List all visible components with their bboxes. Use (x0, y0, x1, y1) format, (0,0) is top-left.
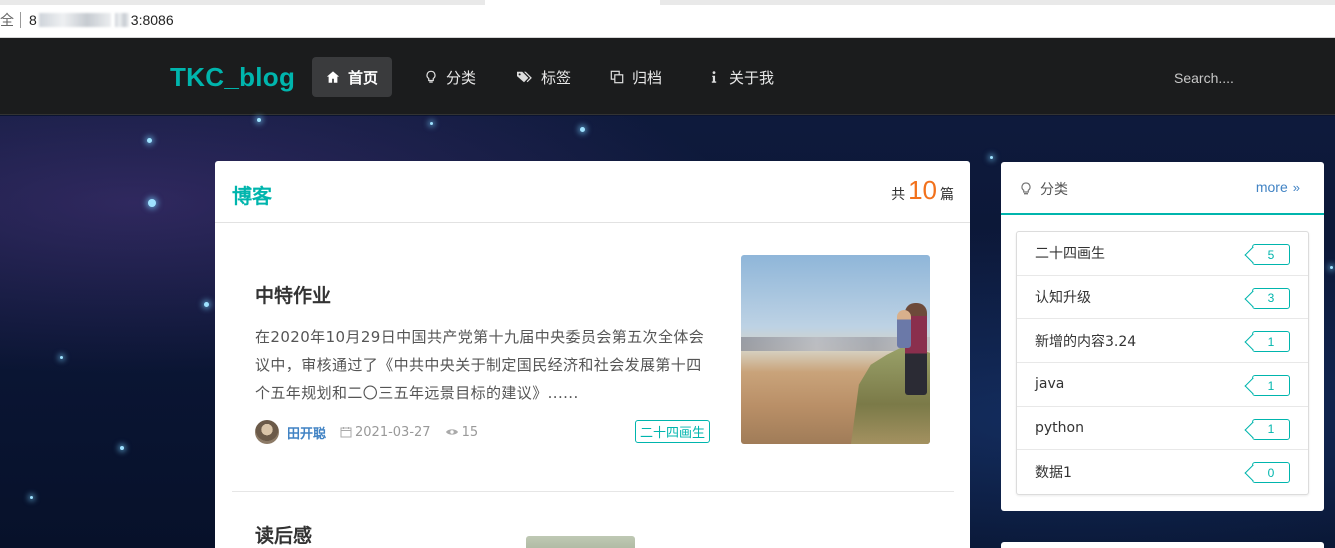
nav-about[interactable]: 关于我 (693, 57, 788, 97)
tags-icon (515, 70, 533, 84)
star-decoration (1330, 266, 1333, 269)
blog-heading: 博客 (232, 184, 272, 208)
double-chevron-right-icon: » (1292, 179, 1300, 195)
url-field[interactable]: 全 8 3:8086 (0, 9, 174, 31)
tab-strip (0, 0, 1335, 5)
post-excerpt: 在2020年10月29日中国共产党第十九届中央委员会第五次全体会议中，审核通过了… (255, 328, 705, 402)
url-prefix: 8 (29, 12, 37, 28)
category-count: 0 (1267, 465, 1275, 480)
nav-about-label: 关于我 (729, 68, 775, 87)
nav-home-label: 首页 (348, 68, 379, 87)
more-link[interactable]: more » (1256, 179, 1300, 195)
info-icon (707, 70, 721, 84)
category-name: 认知升级 (1035, 290, 1091, 307)
star-decoration (120, 446, 124, 450)
star-decoration (430, 122, 433, 125)
category-count-badge: 1 (1252, 418, 1290, 440)
more-label: more (1255, 179, 1288, 195)
category-name: python (1035, 420, 1084, 437)
count-suffix: 篇 (940, 187, 954, 203)
nav-tags-label: 标签 (541, 68, 572, 87)
category-title: 分类 (1020, 179, 1068, 199)
post-thumbnail-2[interactable] (526, 536, 635, 548)
browser-address-bar: 全 8 3:8086 (0, 0, 1335, 38)
category-count: 1 (1267, 422, 1275, 437)
nav-tags[interactable]: 标签 (501, 57, 585, 97)
redacted-ip-2 (114, 13, 129, 27)
site-brand[interactable]: TKC_blog (170, 62, 295, 93)
category-count-badge: 0 (1252, 462, 1290, 484)
category-count: 3 (1267, 291, 1275, 306)
nav-category[interactable]: 分类 (410, 57, 490, 97)
post-divider (232, 491, 954, 492)
site-navbar: TKC_blog 首页 分类 标签 归档 关于我 (0, 38, 1335, 115)
category-item[interactable]: 新增的内容3.24 1 (1017, 319, 1308, 364)
star-decoration (147, 138, 152, 143)
category-title-label: 分类 (1040, 182, 1068, 198)
category-item[interactable]: python 1 (1017, 407, 1308, 451)
category-name: 新增的内容3.24 (1035, 333, 1137, 350)
category-item[interactable]: 二十四画生 5 (1017, 232, 1308, 276)
post-views: 15 (461, 424, 479, 440)
blog-count: 共 10 篇 (891, 175, 954, 206)
category-count-badge: 1 (1252, 375, 1290, 397)
eye-icon (445, 426, 459, 438)
count-prefix: 共 (891, 187, 906, 203)
search-input[interactable] (1174, 68, 1304, 88)
star-decoration (257, 118, 261, 122)
star-decoration (148, 199, 156, 207)
url-separator (20, 12, 21, 28)
category-name: 数据1 (1035, 465, 1072, 482)
category-header: 分类 more » (1001, 162, 1324, 215)
category-count-badge: 1 (1252, 331, 1290, 353)
nav-home[interactable]: 首页 (312, 57, 393, 97)
calendar-icon (340, 426, 352, 438)
active-tab[interactable] (485, 0, 660, 5)
blog-list-card: 博客 共 10 篇 中特作业 在2020年10月29日中国共产党第十九届中央委员… (215, 161, 970, 548)
thumb-child (897, 310, 911, 348)
next-panel-top (1001, 542, 1324, 548)
lightbulb-icon (424, 70, 438, 84)
category-count: 1 (1267, 334, 1275, 349)
home-icon (326, 70, 340, 84)
blog-header: 博客 共 10 篇 (215, 161, 970, 223)
clone-icon (610, 70, 624, 84)
nav-archive[interactable]: 归档 (596, 57, 676, 97)
category-list: 二十四画生 5 认知升级 3 新增的内容3.24 1 java 1 python… (1016, 231, 1309, 496)
redacted-ip (38, 13, 111, 27)
category-name: 二十四画生 (1035, 246, 1105, 263)
nav-archive-label: 归档 (632, 68, 663, 87)
blog-post-item[interactable]: 中特作业 在2020年10月29日中国共产党第十九届中央委员会第五次全体会议中，… (255, 255, 955, 444)
count-number: 10 (908, 175, 937, 205)
post-category-tag[interactable]: 二十四画生 (634, 420, 710, 443)
post-thumbnail[interactable] (741, 255, 930, 444)
category-item[interactable]: java 1 (1017, 363, 1308, 407)
category-count-badge: 3 (1252, 287, 1290, 309)
star-decoration (990, 156, 993, 159)
category-panel: 分类 more » 二十四画生 5 认知升级 3 新增的内容3.24 1 jav… (1001, 162, 1324, 511)
security-icon: 全 (0, 12, 14, 28)
lightbulb-icon (1020, 182, 1032, 196)
post-meta: 田开聪 2021-03-27 15 二十四画生 (255, 419, 710, 445)
category-count: 1 (1267, 378, 1275, 393)
star-decoration (30, 496, 33, 499)
category-count-badge: 5 (1252, 244, 1290, 265)
avatar (255, 420, 279, 444)
url-suffix: 3:8086 (130, 12, 174, 28)
nav-category-label: 分类 (446, 68, 477, 87)
category-name: java (1035, 376, 1065, 393)
star-decoration (204, 302, 209, 307)
post-author[interactable]: 田开聪 (287, 423, 326, 442)
star-decoration (60, 356, 63, 359)
post-date: 2021-03-27 (355, 424, 431, 440)
category-item[interactable]: 认知升级 3 (1017, 276, 1308, 320)
category-item[interactable]: 数据1 0 (1017, 450, 1308, 494)
star-decoration (580, 127, 585, 132)
category-count: 5 (1267, 247, 1275, 262)
